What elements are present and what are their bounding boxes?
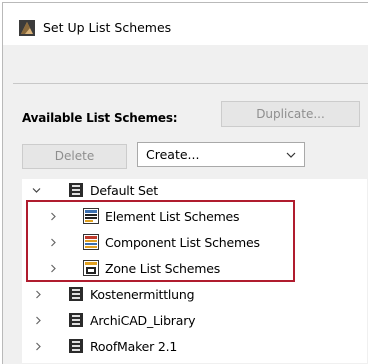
chevron-right-icon[interactable] xyxy=(49,212,58,221)
create-dropdown[interactable]: Create... xyxy=(137,142,305,167)
chevron-right-icon[interactable] xyxy=(34,316,43,325)
set-up-list-schemes-dialog: Set Up List Schemes Available List Schem… xyxy=(2,2,368,364)
tree-item-default-set[interactable]: Default Set xyxy=(22,179,367,203)
divider xyxy=(13,83,368,84)
component-list-icon xyxy=(83,234,99,250)
archicad-app-icon xyxy=(19,20,35,36)
chevron-down-icon[interactable] xyxy=(32,186,41,195)
tree-item-label: Component List Schemes xyxy=(105,235,260,250)
tree-item-element-list-schemes[interactable]: Element List Schemes xyxy=(22,205,367,229)
chevron-right-icon[interactable] xyxy=(49,264,58,273)
set-folder-icon xyxy=(69,313,83,327)
window-title: Set Up List Schemes xyxy=(43,20,172,35)
set-folder-icon xyxy=(69,287,83,301)
create-dropdown-value: Create... xyxy=(146,147,200,162)
tree-item-label: RoofMaker 2.1 xyxy=(90,339,178,354)
available-list-schemes-label: Available List Schemes: xyxy=(22,111,178,125)
tree-item-component-list-schemes[interactable]: Component List Schemes xyxy=(22,231,367,255)
chevron-right-icon[interactable] xyxy=(34,290,43,299)
title-bar: Set Up List Schemes xyxy=(3,3,368,45)
tree-item-label: Zone List Schemes xyxy=(105,261,221,276)
tree-item-kostenermittlung[interactable]: Kostenermittlung xyxy=(22,283,367,307)
tree-item-label: Default Set xyxy=(90,183,158,198)
set-folder-icon xyxy=(69,183,83,197)
tree-item-zone-list-schemes[interactable]: Zone List Schemes xyxy=(22,257,367,281)
delete-button[interactable]: Delete xyxy=(22,144,127,169)
tree-item-label: Element List Schemes xyxy=(105,209,240,224)
tree-item-label: ArchiCAD_Library xyxy=(90,313,196,328)
tree-item-label: Kostenermittlung xyxy=(90,287,195,302)
set-folder-icon xyxy=(69,339,83,353)
zone-list-icon xyxy=(83,260,99,276)
chevron-right-icon[interactable] xyxy=(49,238,58,247)
list-schemes-tree[interactable]: Default Set Element List Schemes Compone… xyxy=(22,179,367,363)
duplicate-button[interactable]: Duplicate... xyxy=(221,101,360,127)
chevron-right-icon[interactable] xyxy=(34,342,43,351)
chevron-down-icon xyxy=(286,152,296,158)
tree-item-archicad-library[interactable]: ArchiCAD_Library xyxy=(22,309,367,333)
tree-item-roofmaker[interactable]: RoofMaker 2.1 xyxy=(22,335,367,359)
element-list-icon xyxy=(83,208,99,224)
